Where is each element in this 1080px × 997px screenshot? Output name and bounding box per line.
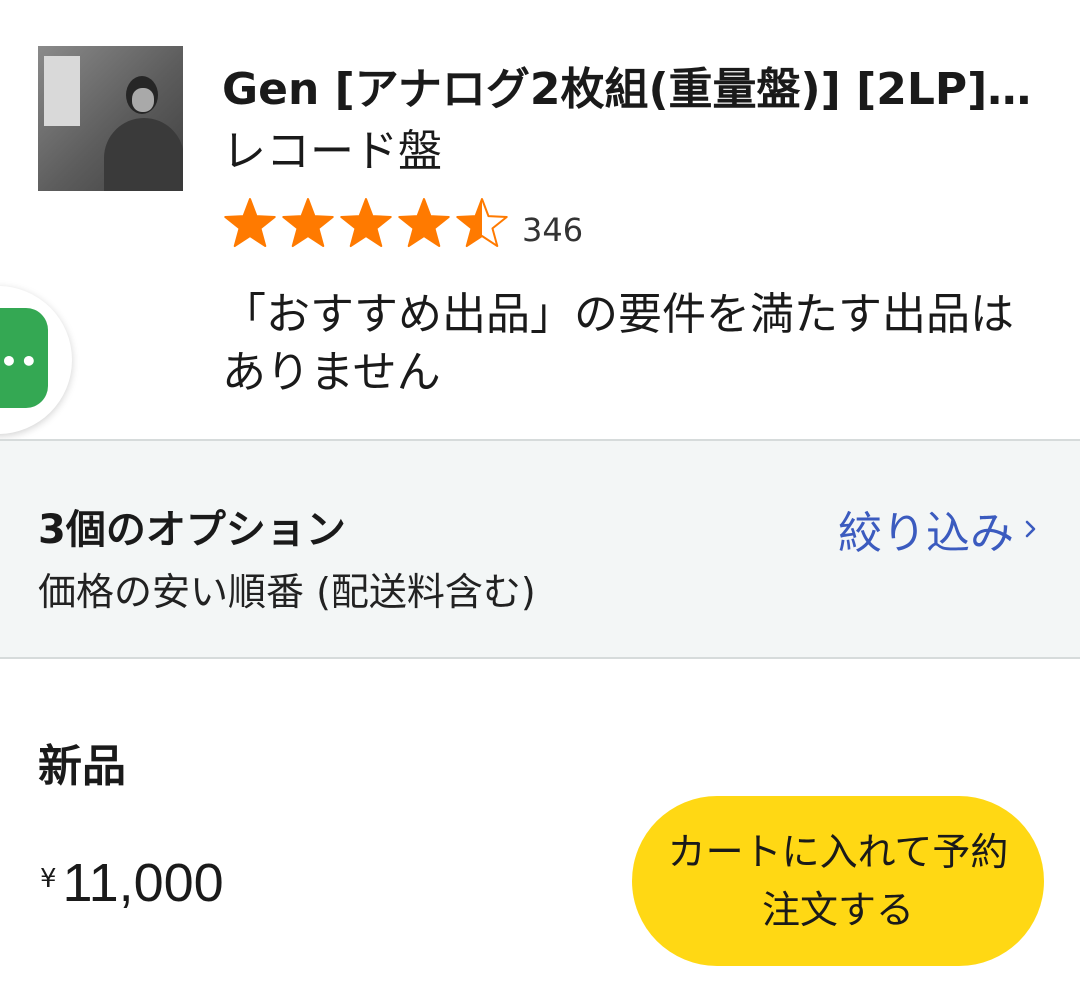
product-thumbnail[interactable] bbox=[38, 46, 183, 191]
thumbnail-window bbox=[44, 56, 80, 126]
thumbnail-person-face bbox=[132, 88, 154, 112]
price-value: 11,000 bbox=[62, 853, 224, 913]
offer-condition: 新品 bbox=[38, 741, 126, 792]
options-count: 3個のオプション bbox=[38, 507, 346, 553]
star-rating-icon bbox=[224, 198, 508, 248]
chat-dots-icon: •• bbox=[0, 345, 40, 378]
filter-link-label: 絞り込み bbox=[838, 508, 1014, 559]
no-featured-offer-message: 「おすすめ出品」の要件を満たす出品はありません bbox=[222, 289, 1014, 398]
product-title[interactable]: Gen [アナログ2枚組(重量盤)] [2LP] … bbox=[222, 62, 1042, 118]
rating-count: 346 bbox=[522, 211, 584, 249]
rating-star bbox=[456, 198, 508, 248]
product-format: レコード盤 bbox=[222, 126, 442, 177]
filter-link[interactable]: 絞り込み bbox=[838, 497, 1038, 561]
rating-star bbox=[340, 198, 392, 248]
currency-symbol: ¥ bbox=[40, 864, 57, 894]
chevron-right-icon bbox=[1025, 520, 1036, 538]
offer-price: ¥ 11,000 bbox=[40, 852, 224, 914]
rating-star bbox=[398, 198, 450, 248]
add-to-cart-preorder-button[interactable]: カートに入れて予約注文する bbox=[632, 796, 1044, 966]
offer-listing-page: Gen [アナログ2枚組(重量盤)] [2LP] … レコード盤 346 「おす… bbox=[0, 0, 1080, 997]
sort-order-label: 価格の安い順番 (配送料含む) bbox=[38, 570, 536, 614]
rating-star bbox=[224, 198, 276, 248]
options-bar: 3個のオプション 価格の安い順番 (配送料含む) 絞り込み bbox=[0, 439, 1080, 659]
product-rating[interactable]: 346 bbox=[222, 196, 583, 252]
thumbnail-person-body bbox=[104, 118, 183, 191]
rating-star bbox=[282, 198, 334, 248]
